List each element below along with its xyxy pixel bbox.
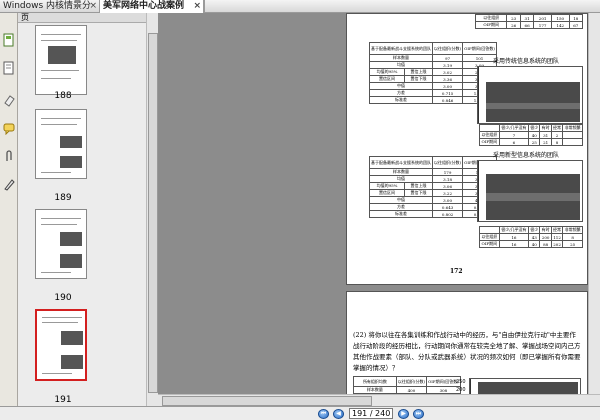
navigation-panel-toolbar — [0, 13, 18, 408]
scrollbar-thumb[interactable] — [148, 33, 158, 393]
table-row: 以往组织 7 40 31 2 — [479, 131, 583, 139]
previous-page-button[interactable]: ◀ — [333, 409, 344, 419]
page-thumbnail-188[interactable] — [35, 25, 87, 95]
pdf-page-173: (22) 将你以往在各集训练和作战行动中的经历，与"自由伊拉克行动"中主要作战行… — [346, 291, 588, 408]
table-row: 所有组织均数 以往组织(分数) OIF期间(回答数) — [353, 376, 461, 387]
tab-label: Windows 内核情景分 — [3, 1, 92, 11]
table-row: 样本数量 400 308 — [353, 386, 461, 394]
tab-bar-empty-area — [204, 0, 600, 13]
next-page-button[interactable]: ▶ — [398, 409, 409, 419]
response-count-table-2: 很少/几乎没有 很少 有时 经常 非常频繁 以往组织 16 43 200 112 8 OIF期间 1… — [479, 226, 583, 248]
document-horizontal-scrollbar[interactable] — [158, 394, 600, 406]
pen-icon[interactable] — [3, 177, 15, 191]
table-row: OIF期间 26 66 177 142 67 — [474, 21, 584, 29]
navigation-status-bar: ⏮ ◀ 191 / 240 ▶ ⏭ — [0, 406, 600, 420]
tab-windows-kernel[interactable]: Windows 内核情景分 × — [0, 0, 100, 13]
table-row: 基于配备最新战斗支援系统的团队以往组织(分数)OIF期间(回答数) — [369, 42, 497, 55]
page-number: 172 — [450, 268, 463, 275]
document-tab-bar: Windows 内核情景分 × 美军网络中心战案例 × — [0, 0, 600, 13]
thumbnail-label: 190 — [54, 293, 72, 303]
first-page-button[interactable]: ⏮ — [318, 409, 329, 419]
chart-image-1 — [477, 66, 583, 124]
pdf-page-172: 以往组织 23 31 201 150 18 OIF期间 26 66 177 142 67 基于配备最… — [346, 13, 588, 285]
response-count-table-top: 以往组织 23 31 201 150 18 OIF期间 26 66 177 142 67 — [474, 14, 584, 29]
response-count-table-1: 很少/几乎没有 很少 有时 经常 非常频繁 以往组织 7 40 31 2 OIF期间 6 25 21 8 — [479, 124, 583, 146]
scrollbar-thumb[interactable] — [162, 396, 372, 406]
document-icon[interactable] — [3, 61, 15, 75]
table-row: 很少/几乎没有 很少 有时 经常 非常频繁 — [479, 124, 583, 132]
tab-network-centric-warfare[interactable]: 美军网络中心战案例 × — [100, 0, 204, 13]
question-paragraph: (22) 将你以往在各集训练和作战行动中的经历，与"自由伊拉克行动"中主要作战行… — [353, 331, 581, 372]
page-thumbnail-189[interactable] — [35, 109, 87, 179]
close-icon[interactable]: × — [89, 0, 97, 12]
thumbnail-label: 188 — [54, 91, 72, 101]
thumbnail-label: 189 — [54, 193, 72, 203]
table-row: OIF期间 16 40 88 202 25 — [479, 240, 583, 248]
page-thumbnail-191-selected[interactable] — [35, 309, 87, 381]
close-icon[interactable]: × — [193, 0, 201, 12]
table-row: 样本数量 97 101 — [369, 54, 497, 62]
document-viewport[interactable]: 以往组织 23 31 201 150 18 OIF期间 26 66 177 142 67 基于配备最… — [158, 13, 600, 408]
pages-panel-icon[interactable] — [3, 33, 15, 47]
page-number-field[interactable]: 191 / 240 — [349, 408, 393, 419]
table-row: 很少/几乎没有 很少 有时 经常 非常频繁 — [479, 226, 583, 234]
thumbnails-header: 页 — [18, 13, 157, 23]
thumbnail-label: 191 — [54, 395, 72, 405]
chart-tick: 250 — [456, 379, 466, 385]
page-thumbnails-panel: 页 188 189 190 191 — [18, 13, 158, 408]
tab-label: 美军网络中心战案例 — [103, 1, 185, 11]
comments-icon[interactable] — [3, 121, 15, 135]
thumbnails-scrollbar[interactable] — [146, 13, 158, 408]
chart-tick: 200 — [456, 387, 466, 393]
chart-image-2 — [477, 160, 583, 222]
table-row: 以往组织 16 43 200 112 8 — [479, 233, 583, 241]
document-vertical-scrollbar[interactable] — [588, 13, 600, 394]
chart-title: 采用传统信息系统的团队 — [493, 58, 560, 65]
table-row: 以往组织 23 31 201 150 18 — [474, 14, 584, 22]
last-page-button[interactable]: ⏭ — [413, 409, 424, 419]
eraser-icon[interactable] — [3, 93, 15, 107]
chart-title: 采用新型信息系统的团队 — [493, 152, 560, 159]
page-thumbnail-190[interactable] — [35, 209, 87, 279]
table-row: OIF期间 6 25 21 8 — [479, 138, 583, 146]
attachment-icon[interactable] — [3, 149, 15, 163]
